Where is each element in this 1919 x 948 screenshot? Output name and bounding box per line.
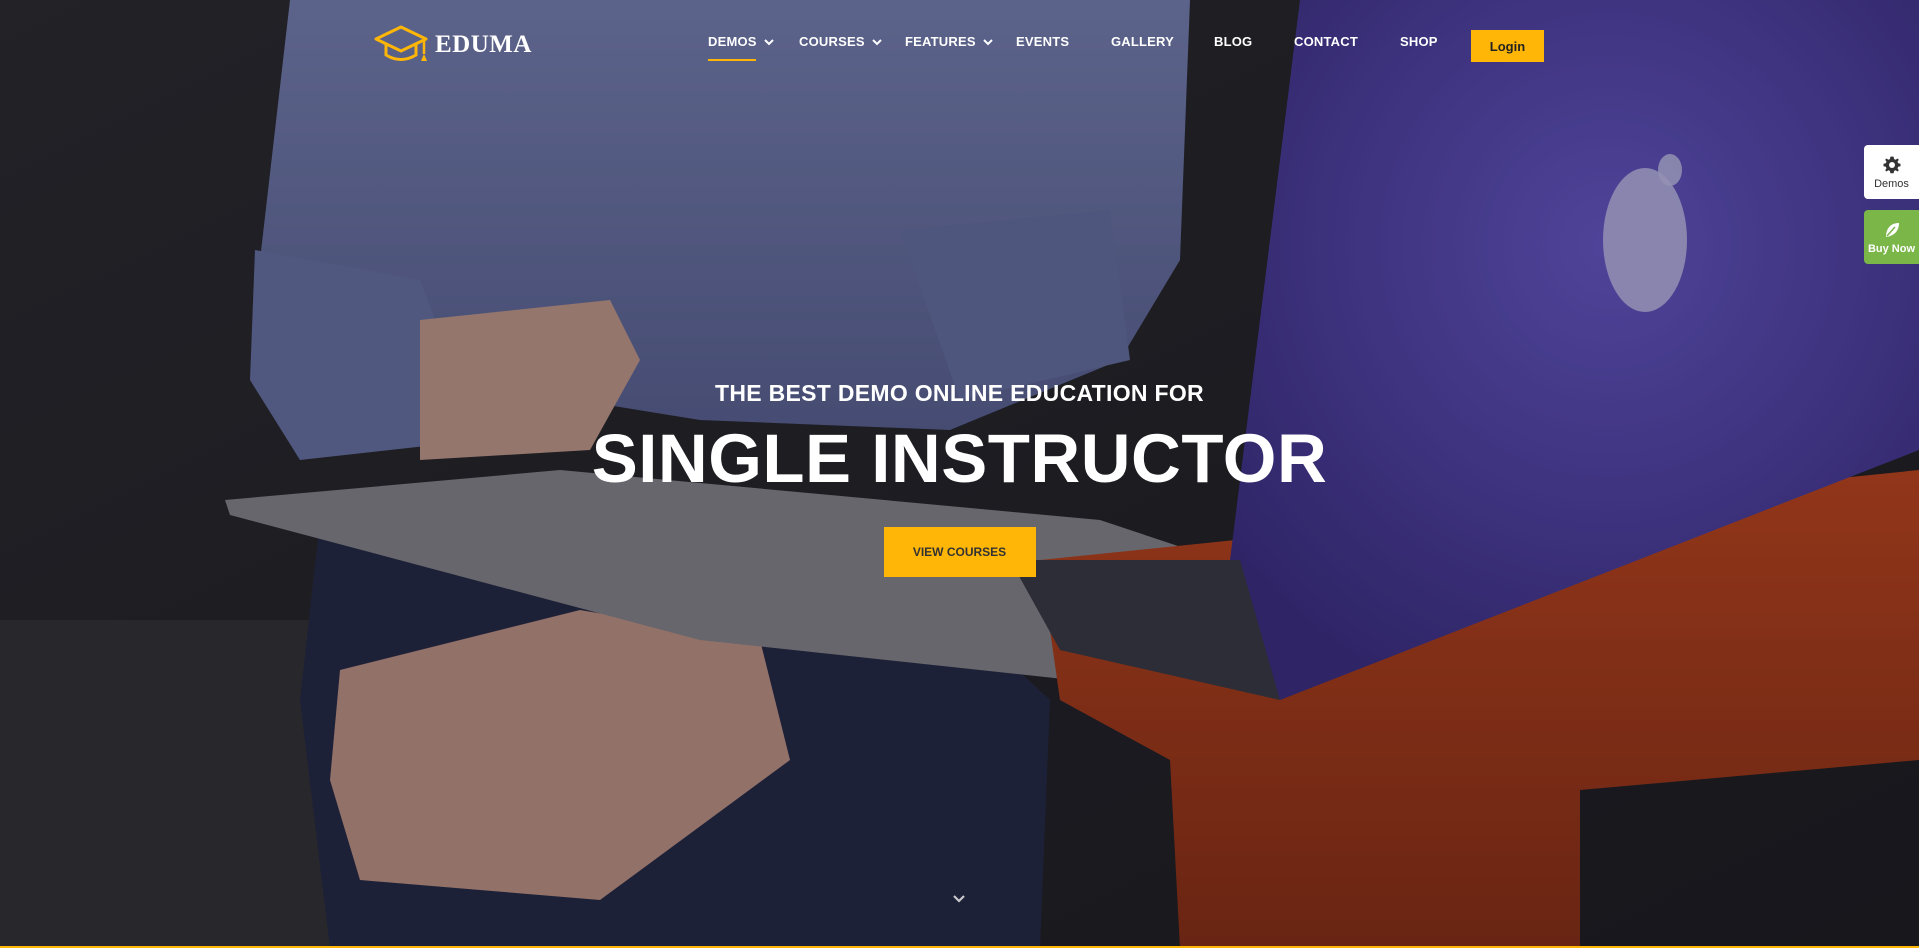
nav-item-label: BLOG <box>1214 34 1253 49</box>
nav-item-demos[interactable]: DEMOS <box>708 34 775 61</box>
nav-item-courses[interactable]: COURSES <box>799 34 883 49</box>
chevron-down-icon[interactable] <box>950 890 968 908</box>
nav-item-features[interactable]: FEATURES <box>905 34 994 49</box>
site-header: EDUMA DEMOS COURSES FEATURES EVENTS GALL… <box>0 0 1919 90</box>
main-nav: DEMOS COURSES FEATURES EVENTS GALLERY BL… <box>0 34 1919 61</box>
leaf-icon <box>1885 222 1899 237</box>
nav-item-label: COURSES <box>799 34 865 49</box>
nav-item-label: CONTACT <box>1294 34 1358 49</box>
nav-item-label: DEMOS <box>708 34 757 49</box>
hero-title: SINGLE INSTRUCTOR <box>591 420 1328 497</box>
chevron-down-icon <box>871 38 882 45</box>
nav-item-label: SHOP <box>1400 34 1438 49</box>
chevron-down-icon <box>982 38 993 45</box>
buy-now-widget-label: Buy Now <box>1867 242 1916 255</box>
nav-item-gallery[interactable]: GALLERY <box>1111 34 1174 49</box>
demos-widget-label: Demos <box>1874 177 1909 190</box>
nav-item-contact[interactable]: CONTACT <box>1294 34 1358 49</box>
hero-section: EDUMA DEMOS COURSES FEATURES EVENTS GALL… <box>0 0 1919 948</box>
buy-now-widget[interactable]: Buy Now <box>1864 210 1919 264</box>
hero-subtitle: THE BEST DEMO ONLINE EDUCATION FOR <box>715 380 1204 406</box>
nav-item-shop[interactable]: SHOP <box>1400 34 1438 49</box>
nav-item-label: GALLERY <box>1111 34 1175 49</box>
nav-item-events[interactable]: EVENTS <box>1016 34 1069 49</box>
nav-item-label: EVENTS <box>1016 34 1070 49</box>
demos-widget[interactable]: Demos <box>1864 145 1919 199</box>
view-courses-button[interactable]: VIEW COURSES <box>883 527 1036 577</box>
nav-item-blog[interactable]: BLOG <box>1214 34 1252 49</box>
chevron-down-icon <box>763 38 774 45</box>
nav-item-label: FEATURES <box>905 34 976 49</box>
gear-icon <box>1883 156 1900 173</box>
login-button[interactable]: Login <box>1471 30 1544 62</box>
hero-content: THE BEST DEMO ONLINE EDUCATION FOR SINGL… <box>0 380 1919 577</box>
